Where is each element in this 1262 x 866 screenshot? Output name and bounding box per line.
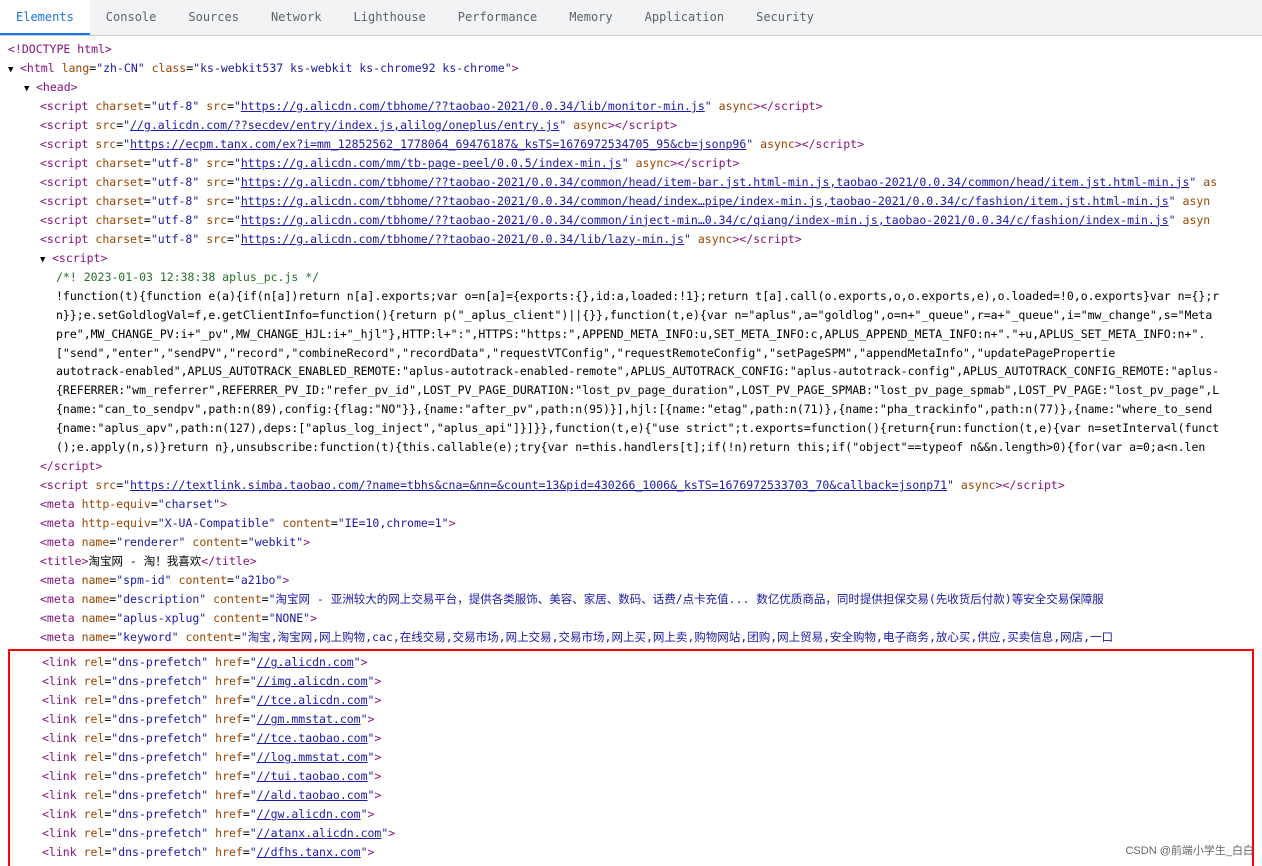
script-monitor: <script charset="utf-8" src="https://g.a… xyxy=(8,97,1254,116)
js-setgoldlog: n}};e.setGoldlogVal=f,e.getClientInfo=fu… xyxy=(8,306,1254,325)
script-inline-open: <script> xyxy=(8,249,1254,268)
script-inline-close: </script> xyxy=(8,457,1254,476)
tab-network[interactable]: Network xyxy=(255,0,338,35)
js-referrer: {REFERRER:"wm_referrer",REFERRER_PV_ID:"… xyxy=(8,381,1254,400)
meta-ua-compat: <meta http-equiv="X-UA-Compatible" conte… xyxy=(8,514,1254,533)
link-g-alicdn: <link rel="dns-prefetch" href="//g.alicd… xyxy=(10,653,1252,672)
js-autotrack: autotrack-enabled",APLUS_AUTOTRACK_ENABL… xyxy=(8,362,1254,381)
js-aplus-apv: {name:"aplus_apv",path:n(127),deps:["apl… xyxy=(8,419,1254,438)
script-inject: <script charset="utf-8" src="https://g.a… xyxy=(8,211,1254,230)
tab-elements[interactable]: Elements xyxy=(0,0,90,35)
link-gw-alicdn: <link rel="dns-prefetch" href="//gw.alic… xyxy=(10,805,1252,824)
tab-console[interactable]: Console xyxy=(90,0,173,35)
tab-sources[interactable]: Sources xyxy=(172,0,255,35)
script-ecpm: <script src="https://ecpm.tanx.com/ex?i=… xyxy=(8,135,1254,154)
html-triangle[interactable] xyxy=(8,59,20,78)
script-mm-tb: <script charset="utf-8" src="https://g.a… xyxy=(8,154,1254,173)
comment-aplus: /*! 2023-01-03 12:38:38 aplus_pc.js */ xyxy=(8,268,1254,287)
link-log-mmstat: <link rel="dns-prefetch" href="//log.mms… xyxy=(10,748,1252,767)
tab-performance[interactable]: Performance xyxy=(442,0,553,35)
link-img-alicdn: <link rel="dns-prefetch" href="//img.ali… xyxy=(10,672,1252,691)
meta-aplus-xplug: <meta name="aplus-xplug" content="NONE"> xyxy=(8,609,1254,628)
watermark: CSDN @前端小学生_白白 xyxy=(1125,842,1254,858)
head-triangle[interactable] xyxy=(24,78,36,97)
link-tui-taobao: <link rel="dns-prefetch" href="//tui.tao… xyxy=(10,767,1252,786)
devtools-tab-bar: Elements Console Sources Network Lightho… xyxy=(0,0,1262,36)
link-dfhs-tanx: <link rel="dns-prefetch" href="//dfhs.ta… xyxy=(10,843,1252,862)
meta-renderer: <meta name="renderer" content="webkit"> xyxy=(8,533,1254,552)
script-inline-triangle[interactable] xyxy=(40,249,52,268)
tab-application[interactable]: Application xyxy=(629,0,740,35)
script-pipe: <script charset="utf-8" src="https://g.a… xyxy=(8,192,1254,211)
meta-charset: <meta http-equiv="charset"> xyxy=(8,495,1254,514)
tab-lighthouse[interactable]: Lighthouse xyxy=(338,0,442,35)
js-can-to-sendpv: {name:"can_to_sendpv",path:n(89),config:… xyxy=(8,400,1254,419)
script-lazy: <script charset="utf-8" src="https://g.a… xyxy=(8,230,1254,249)
link-atanx: <link rel="dns-prefetch" href="//atanx.a… xyxy=(10,824,1252,843)
script-item-bar: <script charset="utf-8" src="https://g.a… xyxy=(8,173,1254,192)
elements-panel: <!DOCTYPE html> <html lang="zh-CN" class… xyxy=(0,36,1262,866)
html-line-head: <head> xyxy=(8,78,1254,97)
link-tce-taobao: <link rel="dns-prefetch" href="//tce.tao… xyxy=(10,729,1252,748)
js-send: ["send","enter","sendPV","record","combi… xyxy=(8,344,1254,363)
meta-spm: <meta name="spm-id" content="a21bo"> xyxy=(8,571,1254,590)
script-textlink: <script src="https://textlink.simba.taob… xyxy=(8,476,1254,495)
html-line-doctype: <!DOCTYPE html> xyxy=(8,40,1254,59)
js-apply: ();e.apply(n,s)}return n},unsubscribe:fu… xyxy=(8,438,1254,457)
title-tag: <title>淘宝网 - 淘！我喜欢</title> xyxy=(8,552,1254,571)
link-gm-mmstat: <link rel="dns-prefetch" href="//gm.mmst… xyxy=(10,710,1252,729)
link-ald-taobao: <link rel="dns-prefetch" href="//ald.tao… xyxy=(10,786,1252,805)
link-ecpm-tanx: <link rel="dns-prefetch" href="//ecpm.ta… xyxy=(10,862,1252,866)
meta-keyword: <meta name="keyword" content="淘宝,淘宝网,网上购… xyxy=(8,628,1254,647)
js-function: !function(t){function e(a){if(n[a])retur… xyxy=(8,287,1254,306)
js-pre: pre",MW_CHANGE_PV:i+"_pv",MW_CHANGE_HJL:… xyxy=(8,325,1254,344)
highlighted-links-box: <link rel="dns-prefetch" href="//g.alicd… xyxy=(8,649,1254,866)
link-tce-alicdn: <link rel="dns-prefetch" href="//tce.ali… xyxy=(10,691,1252,710)
html-line-html: <html lang="zh-CN" class="ks-webkit537 k… xyxy=(8,59,1254,78)
meta-description: <meta name="description" content="淘宝网 - … xyxy=(8,590,1254,609)
tab-security[interactable]: Security xyxy=(740,0,830,35)
script-secdev: <script src="//g.alicdn.com/??secdev/ent… xyxy=(8,116,1254,135)
tab-memory[interactable]: Memory xyxy=(553,0,628,35)
